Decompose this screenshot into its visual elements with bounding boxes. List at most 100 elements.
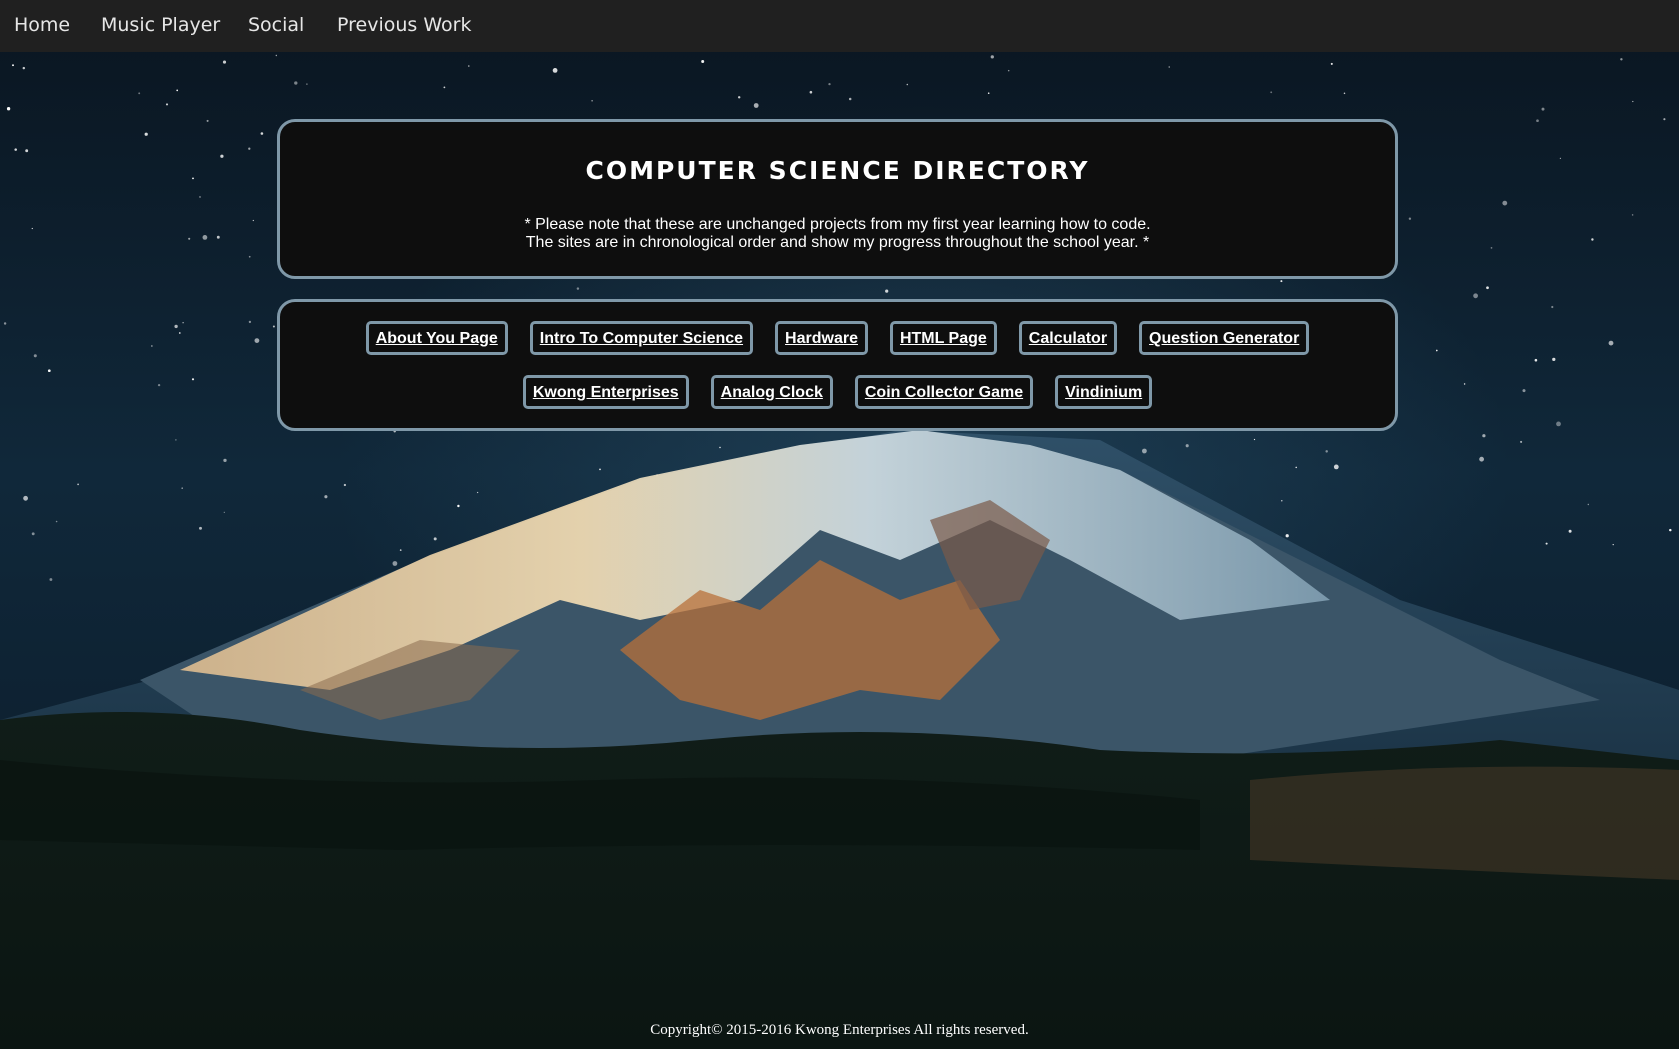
star (176, 89, 179, 92)
star (1280, 280, 1283, 283)
star (138, 92, 141, 95)
star (216, 235, 220, 239)
star (272, 325, 275, 328)
star (49, 578, 53, 581)
star (165, 103, 169, 106)
star (33, 354, 37, 358)
star (1473, 293, 1478, 299)
star (1502, 200, 1508, 206)
star (1631, 214, 1634, 216)
star (1536, 119, 1539, 123)
star (1551, 305, 1554, 309)
link-coin-collector-game[interactable]: Coin Collector Game (854, 375, 1034, 409)
directory-header-panel: COMPUTER SCIENCE DIRECTORY * Please note… (277, 119, 1398, 279)
nav-home[interactable]: Home (14, 14, 70, 36)
note-line-2: The sites are in chronological order and… (525, 234, 1150, 251)
star (3, 322, 7, 325)
star (476, 491, 479, 494)
star (1185, 444, 1189, 448)
star (1479, 456, 1484, 462)
star (701, 60, 705, 63)
star (248, 320, 252, 324)
star (885, 289, 889, 293)
star (576, 287, 580, 290)
star (254, 338, 260, 343)
link-question-generator[interactable]: Question Generator (1139, 321, 1310, 355)
star (1330, 62, 1333, 65)
star (468, 65, 470, 67)
project-links-row-2: Kwong Enterprises Analog Clock Coin Coll… (280, 375, 1395, 409)
star (182, 322, 184, 324)
link-calculator[interactable]: Calculator (1018, 321, 1118, 355)
star (1435, 349, 1438, 352)
star (223, 458, 227, 463)
star (1270, 91, 1273, 94)
star (1612, 544, 1614, 546)
star (1333, 464, 1339, 470)
star (1541, 107, 1545, 111)
link-html-page[interactable]: HTML Page (889, 321, 997, 355)
star (399, 549, 402, 551)
star (275, 54, 277, 57)
star (1587, 503, 1589, 506)
star (552, 68, 558, 73)
star (206, 119, 209, 122)
star (599, 468, 601, 471)
star (828, 82, 831, 86)
star (1295, 466, 1297, 469)
star (199, 526, 202, 530)
star (1545, 542, 1548, 545)
star (809, 90, 813, 94)
star (457, 504, 460, 508)
star (174, 324, 178, 329)
star (1632, 100, 1634, 103)
star (443, 86, 446, 89)
star (1669, 528, 1672, 532)
star (1142, 448, 1147, 454)
star (1482, 434, 1486, 438)
star (1663, 118, 1666, 121)
star (252, 219, 254, 222)
star (306, 83, 308, 85)
star (1463, 383, 1466, 385)
star (719, 446, 721, 449)
star (23, 495, 28, 501)
link-hardware[interactable]: Hardware (775, 321, 868, 355)
star (1408, 217, 1412, 220)
star (753, 103, 759, 108)
star (77, 483, 79, 486)
link-analog-clock[interactable]: Analog Clock (710, 375, 833, 409)
top-nav: Home Music Player Social Previous Work (0, 0, 1679, 52)
star (220, 154, 224, 158)
star (987, 92, 990, 94)
star (990, 55, 994, 59)
star (1168, 66, 1170, 68)
nav-previous-work[interactable]: Previous Work (337, 14, 471, 36)
link-vindinium[interactable]: Vindinium (1055, 375, 1153, 409)
star (188, 237, 191, 240)
star (1568, 529, 1572, 533)
link-about-you-page[interactable]: About You Page (365, 321, 508, 355)
star (1591, 238, 1594, 241)
note-line-1: * Please note that these are unchanged p… (524, 216, 1151, 233)
star (1007, 69, 1010, 72)
star (1343, 92, 1346, 95)
project-links-panel: About You Page Intro To Computer Science… (277, 299, 1398, 431)
star (848, 97, 852, 101)
star (1522, 389, 1526, 393)
star (31, 532, 35, 536)
star (1253, 438, 1256, 441)
star (47, 369, 51, 373)
star (178, 332, 181, 334)
star (1534, 358, 1538, 362)
disclaimer-note: * Please note that these are unchanged p… (280, 216, 1395, 252)
star (202, 235, 208, 240)
star (343, 483, 347, 487)
star (144, 132, 148, 136)
nav-social[interactable]: Social (248, 14, 304, 36)
star (191, 378, 195, 381)
nav-music-player[interactable]: Music Player (101, 14, 220, 36)
link-kwong-enterprises[interactable]: Kwong Enterprises (522, 375, 689, 409)
star (223, 511, 225, 513)
link-intro-to-computer-science[interactable]: Intro To Computer Science (529, 321, 754, 355)
